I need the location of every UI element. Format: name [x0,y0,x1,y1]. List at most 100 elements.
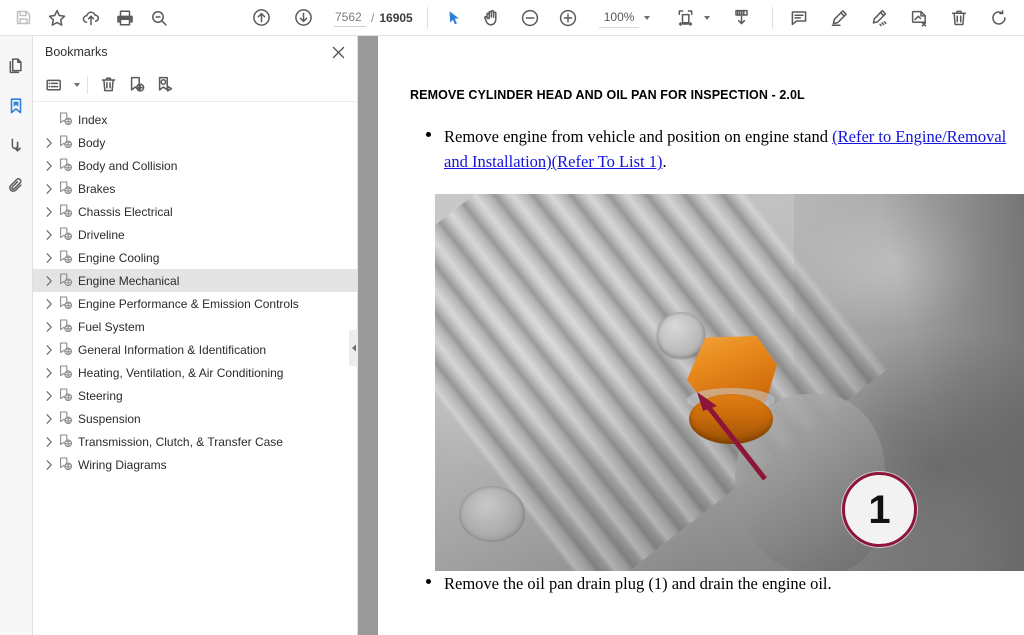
bookmark-item-label: Index [78,112,108,127]
bookmark-item-label: Brakes [78,181,116,196]
chevron-down-icon[interactable] [644,15,651,20]
highlighter-button[interactable] [822,1,856,35]
chevron-right-icon[interactable] [41,183,57,194]
rail-item-bookmarks[interactable] [0,86,33,126]
toolbar-divider-1 [426,6,428,29]
chevron-right-icon[interactable] [41,321,57,332]
chevron-right-icon[interactable] [41,275,57,286]
page-title: REMOVE CYLINDER HEAD AND OIL PAN FOR INS… [410,88,805,102]
search-icon[interactable] [142,1,176,35]
bookmark-item[interactable]: Brakes [33,177,357,200]
toolbar-divider-2 [772,6,774,29]
top-toolbar: 7562 / 16905 100% [0,0,1024,36]
page-scroll-mode-button[interactable] [724,1,758,35]
chevron-right-icon[interactable] [41,229,57,240]
save-button[interactable] [6,1,40,35]
bookmark-page-icon [57,204,75,219]
bookmark-item[interactable]: Transmission, Clutch, & Transfer Case [33,430,357,453]
chevron-right-icon[interactable] [41,137,57,148]
chevron-right-icon[interactable] [41,367,57,378]
cloud-upload-icon[interactable] [74,1,108,35]
bookmark-item-label: Fuel System [78,319,145,334]
edit-bookmark-button[interactable] [151,72,177,98]
bookmark-page-icon [57,342,75,357]
toolbar-navigation-group: 100% [437,1,759,35]
bookmark-item[interactable]: Body and Collision [33,154,357,177]
oil-pan-boss-lower [459,486,525,542]
chevron-right-icon[interactable] [41,252,57,263]
bookmark-item-label: Body and Collision [78,158,178,173]
stamp-button[interactable] [902,1,936,35]
chevron-right-icon[interactable] [41,160,57,171]
bookmark-page-icon [57,135,75,150]
hand-tool-button[interactable] [475,1,509,35]
bookmark-item[interactable]: General Information & Identification [33,338,357,361]
chevron-right-icon[interactable] [41,436,57,447]
sidebar-collapse-handle[interactable] [349,330,358,366]
callout-number: 1 [868,487,891,532]
bookmark-page-icon [57,181,75,196]
previous-page-button[interactable] [244,1,278,35]
bullet-icon [426,132,431,137]
total-pages-label: 16905 [379,10,413,25]
bookmark-item-label: Driveline [78,227,125,242]
bookmark-options-button[interactable] [41,72,67,98]
bookmarks-panel-header: Bookmarks [33,36,357,68]
bookmark-item[interactable]: Body [33,131,357,154]
zoom-level-control[interactable]: 100% [598,8,651,28]
next-page-button[interactable] [286,1,320,35]
rotate-button[interactable] [982,1,1016,35]
bookmark-item-label: Transmission, Clutch, & Transfer Case [78,434,283,449]
chevron-right-icon[interactable] [41,459,57,470]
bookmark-page-icon [57,365,75,380]
toolbar-file-group [6,1,176,35]
bookmark-page-icon [57,434,75,449]
chevron-right-icon[interactable] [41,413,57,424]
chevron-right-icon[interactable] [41,390,57,401]
star-icon[interactable] [40,1,74,35]
document-viewport[interactable]: REMOVE CYLINDER HEAD AND OIL PAN FOR INS… [358,36,1024,635]
bookmark-item[interactable]: Heating, Ventilation, & Air Conditioning [33,361,357,384]
print-icon[interactable] [108,1,142,35]
rail-item-signatures[interactable] [0,126,33,166]
bookmark-item[interactable]: Driveline [33,223,357,246]
select-tool-button[interactable] [437,1,471,35]
add-bookmark-button[interactable] [123,72,149,98]
bookmark-item[interactable]: Chassis Electrical [33,200,357,223]
bookmark-item[interactable]: Fuel System [33,315,357,338]
fit-page-button[interactable] [668,1,702,35]
bookmarks-panel-title: Bookmarks [45,45,108,59]
chevron-right-icon[interactable] [41,344,57,355]
draw-erase-button[interactable] [862,1,896,35]
bookmarks-tree: Index Body Body and Collision Brakes Chassis… [33,102,357,635]
rail-item-thumbnails[interactable] [0,46,33,86]
zoom-level-value[interactable]: 100% [598,8,640,28]
page-number-input[interactable]: 7562 [334,8,366,27]
close-icon[interactable] [329,43,347,61]
step-1-period: . [662,152,667,172]
delete-bookmark-button[interactable] [95,72,121,98]
chevron-right-icon[interactable] [41,206,57,217]
zoom-in-button[interactable] [551,1,585,35]
instruction-step-2: Remove the oil pan drain plug (1) and dr… [426,571,1016,596]
page-indicator: 7562 / 16905 [334,8,413,27]
bookmark-item[interactable]: Engine Mechanical [33,269,357,292]
bookmark-item[interactable]: Engine Cooling [33,246,357,269]
bookmark-item[interactable]: Steering [33,384,357,407]
chevron-right-icon[interactable] [41,298,57,309]
delete-button[interactable] [942,1,976,35]
bookmark-item[interactable]: Engine Performance & Emission Controls [33,292,357,315]
fit-page-chevron-icon[interactable] [704,15,711,20]
toolbar-page-group: 7562 / 16905 [244,1,413,35]
bookmarks-toolbar-divider [87,75,88,94]
comment-button[interactable] [782,1,816,35]
bookmark-page-icon [57,158,75,173]
bookmark-options-chevron-icon[interactable] [74,82,80,87]
rail-item-attachments[interactable] [0,166,33,206]
zoom-out-button[interactable] [513,1,547,35]
bookmark-item[interactable]: Wiring Diagrams [33,453,357,476]
drain-plug-highlight [685,336,777,446]
bookmark-item[interactable]: Suspension [33,407,357,430]
bookmark-item[interactable]: Index [33,108,357,131]
bookmark-item-label: Heating, Ventilation, & Air Conditioning [78,365,284,380]
